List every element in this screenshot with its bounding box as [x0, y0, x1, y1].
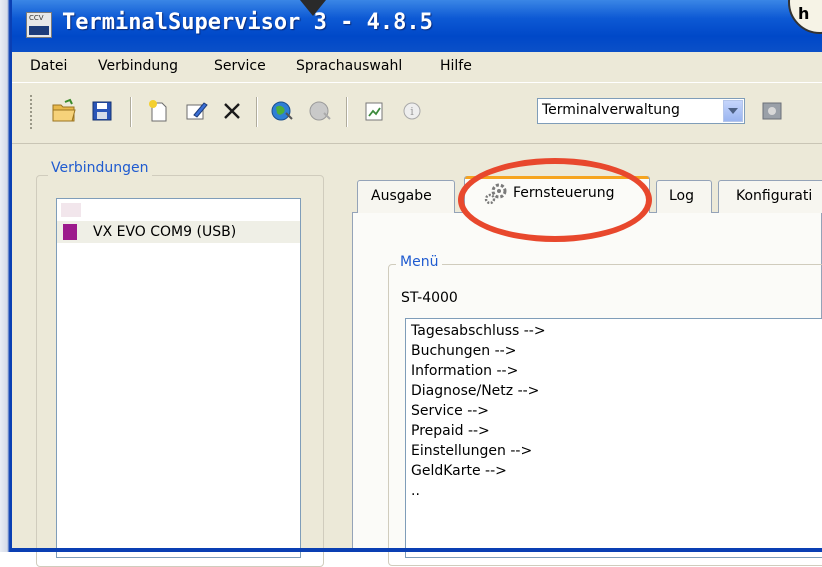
report-icon[interactable]	[360, 97, 388, 125]
menu-group-label: Menü	[396, 254, 443, 270]
menu-sprachauswahl[interactable]: Sprachauswahl	[296, 58, 402, 74]
list-item[interactable]: Buchungen -->	[411, 343, 516, 359]
menu-bar: Datei Verbindung Service Sprachauswahl H…	[12, 52, 822, 83]
list-item[interactable]: Information -->	[411, 363, 518, 379]
tab-log[interactable]: Log	[656, 180, 712, 213]
list-item[interactable]: GeldKarte -->	[411, 463, 507, 479]
pointer-arrow-icon	[300, 0, 326, 16]
desktop-edge	[0, 0, 12, 552]
list-item[interactable]: ..	[411, 483, 420, 499]
list-item[interactable]: VX EVO COM9 (USB)	[57, 221, 300, 243]
highlight-ellipse	[458, 158, 652, 242]
remote-menu-list[interactable]: Tagesabschluss --> Buchungen --> Informa…	[405, 318, 822, 558]
app-icon-text: CCV	[29, 14, 44, 22]
open-folder-icon[interactable]	[50, 97, 78, 125]
connections-list[interactable]: VX EVO COM9 (USB)	[56, 198, 301, 558]
tab-label: Konfigurati	[736, 188, 813, 204]
tool-icon[interactable]	[758, 97, 786, 125]
corner-badge-text: h	[798, 4, 810, 23]
list-item[interactable]: Prepaid -->	[411, 423, 490, 439]
title-bar[interactable]: CCV TerminalSupervisor 3 - 4.8.5 h	[12, 0, 822, 52]
svg-text:i: i	[410, 105, 414, 118]
list-item[interactable]: Diagnose/Netz -->	[411, 383, 539, 399]
toolbar-grip[interactable]	[30, 95, 32, 129]
combo-value: Terminalverwaltung	[542, 102, 680, 118]
terminal-model: ST-4000	[401, 290, 458, 306]
connections-group-label: Verbindungen	[48, 160, 152, 176]
menu-datei[interactable]: Datei	[30, 58, 67, 74]
window-bottom-edge	[12, 548, 822, 552]
menu-verbindung[interactable]: Verbindung	[98, 58, 178, 74]
info-icon[interactable]: i	[398, 97, 426, 125]
new-icon[interactable]	[144, 97, 172, 125]
window-title: TerminalSupervisor 3 - 4.8.5	[62, 10, 433, 35]
menu-service[interactable]: Service	[214, 58, 266, 74]
corner-badge: h	[788, 0, 822, 34]
connect-globe-icon[interactable]	[268, 97, 296, 125]
list-item[interactable]: Tagesabschluss -->	[411, 323, 546, 339]
delete-icon[interactable]	[218, 97, 246, 125]
tab-ausgabe[interactable]: Ausgabe	[357, 180, 455, 213]
list-item[interactable]: Service -->	[411, 403, 489, 419]
tab-label: Ausgabe	[371, 188, 432, 204]
disconnect-globe-icon[interactable]	[306, 97, 334, 125]
view-combobox[interactable]: Terminalverwaltung	[537, 98, 745, 124]
connection-color-swatch	[63, 224, 77, 240]
edit-icon[interactable]	[182, 97, 210, 125]
tab-konfiguration[interactable]: Konfigurati	[718, 180, 822, 213]
toolbar: i Terminalverwaltung	[12, 83, 822, 144]
tab-label: Log	[669, 188, 695, 204]
list-item[interactable]: Einstellungen -->	[411, 443, 532, 459]
save-icon[interactable]	[88, 97, 116, 125]
menu-hilfe[interactable]: Hilfe	[440, 58, 472, 74]
terminal-app-icon[interactable]: CCV	[26, 12, 52, 38]
chevron-down-icon[interactable]	[723, 100, 743, 122]
connection-label: VX EVO COM9 (USB)	[93, 224, 237, 240]
